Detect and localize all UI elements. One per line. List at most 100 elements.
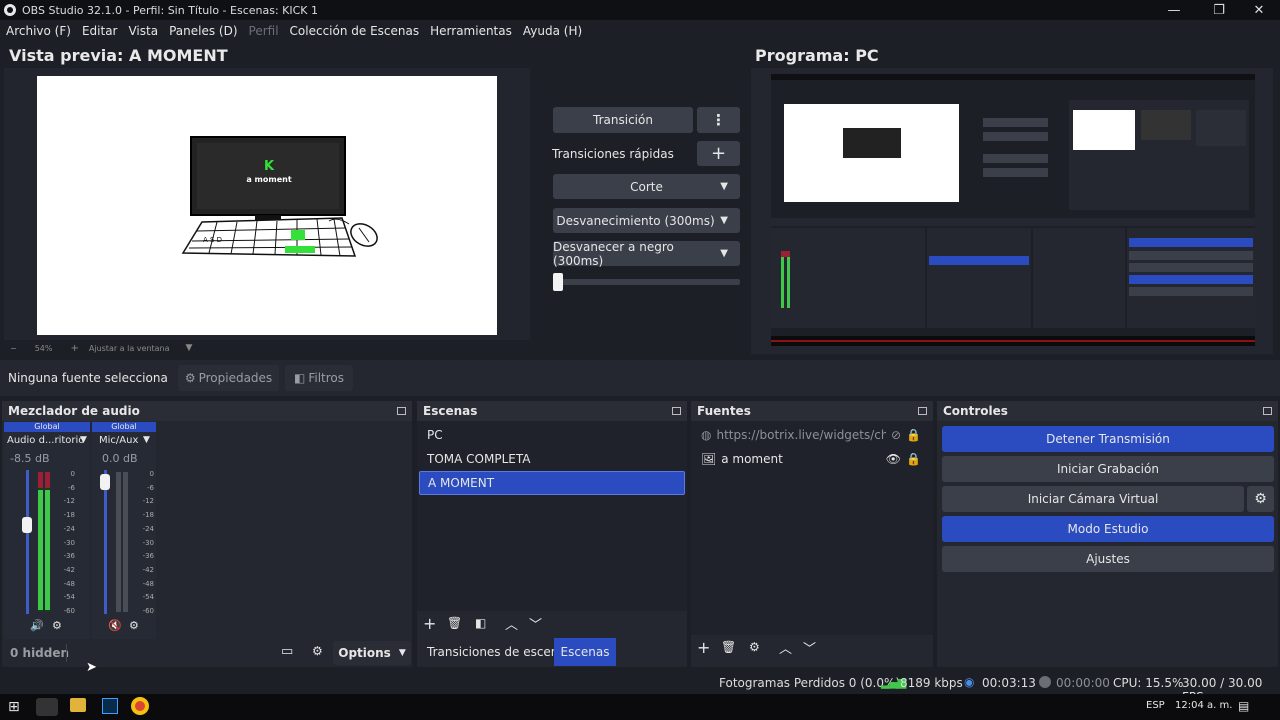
scene-list: PC TOMA COMPLETA A MOMENT [417,421,687,611]
filters-button[interactable]: ◧ Filtros [285,365,353,391]
quick-transition-corte[interactable]: Corte ▼ [553,174,740,199]
tbar-slider-handle[interactable] [553,273,563,291]
trash-icon[interactable]: 🗑 [447,616,462,630]
float-dock-icon[interactable] [397,407,406,415]
move-up-icon[interactable]: ︿ [779,638,792,657]
zoom-out-button[interactable]: − [10,344,17,353]
virtual-camera-settings-gear-icon[interactable]: ⚙ [1247,486,1274,512]
menu-vista[interactable]: Vista [128,24,158,38]
quick-transition-fade[interactable]: Desvanecimiento (300ms) ▼ [553,208,740,233]
gear-icon[interactable]: ⚙ [749,640,760,654]
mixer-channel-name[interactable]: Audio d...ritorio [7,435,84,446]
volume-slider-track[interactable] [104,470,107,614]
scene-item[interactable]: PC [419,423,685,447]
scene-item[interactable]: TOMA COMPLETA [419,447,685,471]
obs-taskbar-icon[interactable] [36,698,58,716]
audio-settings-icon[interactable]: ⚙ [52,619,62,632]
menu-editar[interactable]: Editar [82,24,118,38]
minimize-button[interactable]: — [1156,0,1192,20]
start-virtual-camera-button[interactable]: Iniciar Cámara Virtual [942,486,1244,512]
streaming-icon: ◉ [964,675,975,689]
properties-label: Propiedades [198,371,273,385]
photoshop-icon[interactable] [102,698,118,714]
volume-slider-handle[interactable] [22,517,32,534]
vu-scale-tick: -60 [63,607,75,615]
mixer-channel-name[interactable]: Mic/Aux [99,435,138,446]
program-output[interactable] [751,68,1273,354]
scene-filters-icon[interactable]: ◧ [475,616,486,630]
quick-transition-fade-black[interactable]: Desvanecer a negro (300ms) ▼ [553,239,740,268]
source-item-image[interactable]: 🖼 a moment 👁 🔒 [693,447,931,471]
clock[interactable]: 12:04 a. m. [1175,700,1232,711]
trash-icon[interactable]: 🗑 [721,640,736,654]
program-title: Programa: PC [755,46,879,65]
tab-scenes[interactable]: Escenas [554,638,616,666]
eye-hidden-icon[interactable]: ⊘ [891,428,901,442]
more-vertical-icon[interactable]: ⋮ [697,107,740,133]
gear-icon[interactable]: ⚙ [312,644,323,658]
settings-button[interactable]: Ajustes [942,546,1274,572]
vu-scale-tick: -12 [63,497,75,506]
vu-scale-tick: -24 [142,524,154,533]
menu-paneles[interactable]: Paneles (D) [169,24,237,38]
chevron-down-icon[interactable]: ▼ [186,343,193,353]
language-indicator[interactable]: ESP [1146,700,1165,711]
mixer-channel-db: -8.5 dB [10,452,50,465]
menu-perfil[interactable]: Perfil [249,24,279,38]
zoom-in-button[interactable]: + [70,343,78,354]
menu-ayuda[interactable]: Ayuda (H) [523,24,582,38]
menu-coleccion-escenas[interactable]: Colección de Escenas [290,24,420,38]
maximize-button[interactable]: ❐ [1201,0,1237,20]
volume-slider-handle[interactable] [100,473,110,490]
record-time: 00:00:00 [1056,676,1110,690]
layout-icon[interactable]: ▭ [281,644,293,659]
float-dock-icon[interactable] [672,407,681,415]
add-quick-transition-button[interactable]: + [697,141,740,166]
notifications-icon[interactable]: ▤ [1238,699,1249,713]
mixer-options-button[interactable]: Options ▼ [333,641,411,665]
vu-scale-tick: -48 [142,579,154,588]
scene-item-selected[interactable]: A MOMENT [419,471,685,495]
chrome-icon[interactable] [131,697,149,715]
muted-speaker-icon[interactable]: 🔇 [108,619,122,632]
zoom-value: 54% [34,343,53,353]
add-scene-button[interactable]: + [423,614,436,633]
eye-icon[interactable]: 👁 [886,452,901,466]
lock-icon[interactable]: 🔒 [906,428,921,442]
quick-transition-label: Desvanecer a negro (300ms) [553,239,674,268]
float-dock-icon[interactable] [1263,407,1272,415]
tab-scene-transitions[interactable]: Transiciones de escena [427,645,566,659]
transition-button[interactable]: Transición [553,107,693,133]
bitrate: 8189 kbps [900,676,963,690]
move-down-icon[interactable]: ﹀ [529,614,542,633]
zoom-mode[interactable]: Ajustar a la ventana [89,344,170,353]
speaker-icon[interactable]: 🔊 [30,619,44,632]
studio-mode-button[interactable]: Modo Estudio [942,516,1274,542]
float-dock-icon[interactable] [918,407,927,415]
windows-start-icon[interactable]: ⊞ [8,699,20,715]
vu-scale-tick: 0 [70,470,75,478]
preview-canvas[interactable]: K a moment A S D [37,76,497,335]
source-item-browser[interactable]: ◍ https://botrix.live/widgets/chat/?l ⊘ … [693,423,931,447]
audio-settings-icon[interactable]: ⚙ [129,619,139,632]
move-up-icon[interactable]: ︿ [505,614,518,633]
start-recording-button[interactable]: Iniciar Grabación [942,456,1274,482]
close-button[interactable]: ✕ [1241,0,1277,20]
volume-slider-track[interactable] [26,470,29,614]
add-source-button[interactable]: + [697,638,710,657]
properties-button[interactable]: ⚙ Propiedades [178,365,279,391]
stop-stream-button[interactable]: Detener Transmisión [942,426,1274,452]
controls-header: Controles [937,401,1278,421]
file-explorer-icon[interactable] [70,698,86,712]
vu-scale-tick: -48 [63,579,75,588]
menubar: Archivo (F) Editar Vista Paneles (D) Per… [0,20,1280,42]
lock-icon[interactable]: 🔒 [906,452,921,466]
scene-moment-text: a moment [246,175,291,184]
menu-herramientas[interactable]: Herramientas [430,24,512,38]
chevron-down-icon[interactable]: ▼ [80,435,87,445]
menu-archivo[interactable]: Archivo (F) [6,24,71,38]
stream-time: 00:03:13 [982,676,1036,690]
chevron-down-icon[interactable]: ▼ [143,435,150,445]
tbar-slider-track[interactable] [553,279,740,285]
move-down-icon[interactable]: ﹀ [803,638,816,657]
